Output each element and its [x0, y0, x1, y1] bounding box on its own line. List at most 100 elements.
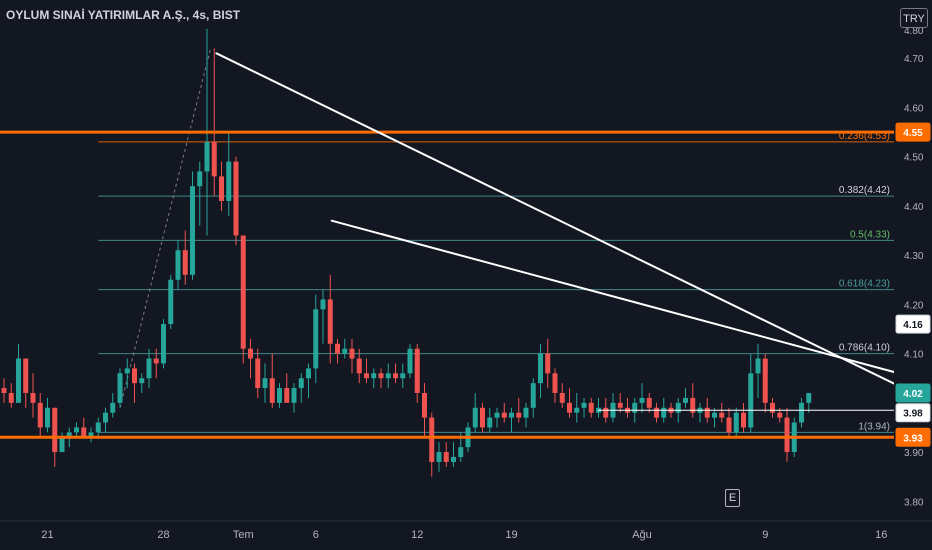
candle-body[interactable]	[23, 358, 29, 393]
currency-button[interactable]: TRY	[900, 8, 928, 28]
candle-body[interactable]	[269, 378, 275, 403]
candle-body[interactable]	[349, 348, 355, 359]
candle-body[interactable]	[414, 348, 420, 393]
candle-body[interactable]	[226, 161, 232, 201]
candle-body[interactable]	[313, 309, 319, 369]
candle-body[interactable]	[233, 161, 239, 236]
candle-body[interactable]	[422, 393, 427, 418]
candle-body[interactable]	[523, 407, 529, 418]
candle-body[interactable]	[443, 452, 449, 462]
candle-body[interactable]	[762, 358, 768, 403]
candle-body[interactable]	[197, 171, 203, 187]
candle-body[interactable]	[132, 368, 137, 384]
candle-body[interactable]	[516, 412, 522, 418]
candle-body[interactable]	[262, 378, 268, 389]
candle-body[interactable]	[494, 412, 500, 418]
candle-body[interactable]	[617, 402, 623, 408]
candle-body[interactable]	[719, 412, 725, 418]
candle-body[interactable]	[646, 397, 652, 408]
candle-body[interactable]	[726, 417, 732, 433]
candle-body[interactable]	[342, 348, 348, 354]
candle-body[interactable]	[8, 393, 14, 403]
price-axis[interactable]: 4.704.604.504.404.304.204.103.903.804.80	[894, 0, 932, 550]
candle-body[interactable]	[675, 402, 681, 413]
candle-body[interactable]	[356, 358, 362, 374]
price-chart[interactable]: 0.236(4.53)0.382(4.42)0.5(4.33)0.618(4.2…	[0, 0, 932, 550]
candle-body[interactable]	[806, 393, 812, 403]
candle-body[interactable]	[52, 407, 58, 453]
candle-body[interactable]	[219, 176, 224, 201]
candle-body[interactable]	[1, 388, 7, 393]
candle-body[interactable]	[574, 407, 580, 413]
candle-body[interactable]	[364, 373, 369, 379]
candle-body[interactable]	[37, 402, 43, 428]
candle-body[interactable]	[298, 378, 304, 389]
candle-body[interactable]	[168, 279, 174, 325]
candle-body[interactable]	[190, 186, 195, 275]
candle-body[interactable]	[683, 397, 688, 403]
candle-body[interactable]	[407, 348, 413, 374]
candle-body[interactable]	[371, 373, 377, 379]
candle-body[interactable]	[799, 402, 804, 423]
candle-body[interactable]	[545, 353, 551, 374]
candle-body[interactable]	[59, 437, 65, 453]
candle-body[interactable]	[211, 141, 217, 177]
candle-body[interactable]	[161, 324, 166, 364]
candle-body[interactable]	[320, 299, 326, 310]
candle-body[interactable]	[139, 378, 145, 384]
candle-body[interactable]	[153, 358, 159, 364]
candle-body[interactable]	[291, 388, 297, 403]
candle-body[interactable]	[777, 412, 783, 418]
candle-body[interactable]	[335, 343, 340, 354]
candle-body[interactable]	[16, 358, 21, 403]
candle-body[interactable]	[712, 412, 717, 418]
candle-body[interactable]	[733, 412, 739, 433]
candle-body[interactable]	[741, 412, 746, 428]
candle-body[interactable]	[284, 388, 290, 403]
candle-body[interactable]	[770, 402, 775, 413]
candle-body[interactable]	[248, 348, 253, 359]
candle-body[interactable]	[30, 393, 36, 403]
candle-body[interactable]	[588, 402, 594, 413]
candle-body[interactable]	[552, 373, 558, 393]
candle-body[interactable]	[240, 235, 246, 349]
candle-body[interactable]	[385, 373, 391, 379]
candle-body[interactable]	[567, 402, 572, 413]
candle-body[interactable]	[110, 402, 116, 413]
candle-body[interactable]	[117, 373, 123, 403]
candle-body[interactable]	[175, 250, 181, 280]
candle-body[interactable]	[306, 368, 311, 379]
candle-body[interactable]	[146, 358, 152, 379]
candle-body[interactable]	[124, 368, 130, 374]
candle-body[interactable]	[103, 412, 108, 423]
candle-body[interactable]	[755, 358, 761, 374]
candle-body[interactable]	[45, 407, 50, 428]
candle-body[interactable]	[603, 407, 609, 418]
candle-body[interactable]	[480, 407, 485, 428]
candle-body[interactable]	[204, 141, 210, 172]
candle-body[interactable]	[538, 353, 543, 384]
candle-body[interactable]	[95, 422, 101, 433]
candle-body[interactable]	[632, 402, 638, 413]
candle-body[interactable]	[74, 427, 79, 433]
candle-body[interactable]	[748, 373, 754, 428]
earnings-event-marker[interactable]: E	[725, 489, 740, 507]
candle-body[interactable]	[559, 393, 565, 403]
candle-body[interactable]	[458, 447, 464, 457]
candle-body[interactable]	[501, 412, 507, 418]
candle-body[interactable]	[509, 412, 514, 418]
candle-body[interactable]	[661, 407, 667, 418]
candle-body[interactable]	[487, 417, 493, 428]
candle-body[interactable]	[327, 299, 333, 344]
candle-body[interactable]	[639, 397, 645, 403]
candle-body[interactable]	[784, 417, 790, 453]
candle-body[interactable]	[182, 250, 188, 275]
candle-body[interactable]	[472, 407, 478, 428]
candle-body[interactable]	[378, 373, 384, 379]
candle-body[interactable]	[255, 358, 261, 389]
candle-body[interactable]	[436, 452, 442, 462]
candle-body[interactable]	[400, 373, 406, 379]
candle-body[interactable]	[393, 373, 398, 379]
candle-body[interactable]	[581, 402, 587, 408]
candle-body[interactable]	[704, 407, 710, 418]
